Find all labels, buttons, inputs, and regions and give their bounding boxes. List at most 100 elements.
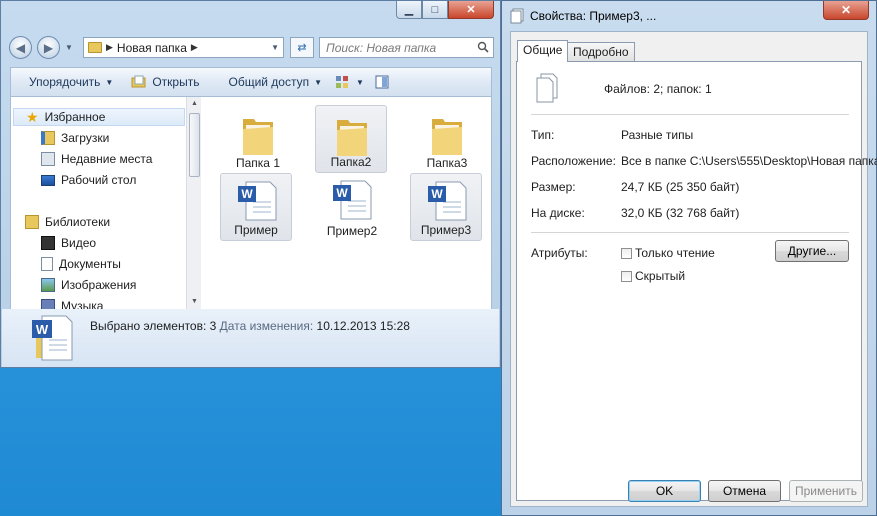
minimize-icon[interactable]: ▁ xyxy=(396,1,422,19)
document-stack-icon xyxy=(510,8,524,24)
explorer-body: ★ Избранное Загрузки Недавние места Рабо… xyxy=(10,97,492,309)
general-tab-panel: Файлов: 2; папок: 1 Тип: Разные типы Рас… xyxy=(516,61,877,501)
search-input[interactable]: Поиск: Новая папка xyxy=(319,37,494,58)
nav-item-recent[interactable]: Недавние места xyxy=(41,150,152,168)
file-item-document[interactable]: W Пример2 xyxy=(316,173,388,241)
search-icon xyxy=(477,41,489,53)
nav-item-label: Изображения xyxy=(61,278,137,292)
scroll-down-icon[interactable]: ▼ xyxy=(187,295,201,309)
scrollbar-thumb[interactable] xyxy=(189,113,200,177)
view-button[interactable]: ▼ xyxy=(331,68,373,96)
organize-menu[interactable]: Упорядочить ▼ xyxy=(11,68,122,96)
breadcrumb-chevron-icon[interactable]: ▶ xyxy=(191,42,198,53)
nav-favorites[interactable]: ★ Избранное xyxy=(13,108,185,126)
checkbox-box[interactable] xyxy=(621,247,632,259)
close-icon[interactable]: ✕ xyxy=(823,1,869,20)
history-dropdown-icon[interactable]: ▼ xyxy=(65,43,73,52)
share-label: Общий доступ xyxy=(228,75,310,89)
address-row: ◀ ▶ ▼ ▶ Новая папка ▶ ▼ ⇄ Поиск: Новая п… xyxy=(9,35,494,61)
view-icon xyxy=(336,76,349,88)
refresh-button[interactable]: ⇄ xyxy=(290,37,314,58)
svg-text:W: W xyxy=(431,187,443,201)
chevron-down-icon: ▼ xyxy=(105,77,114,87)
word-document-icon: W xyxy=(238,181,277,221)
nav-libraries-label: Библиотеки xyxy=(45,215,111,229)
nav-item-label: Музыка xyxy=(61,299,104,309)
nav-item-label: Загрузки xyxy=(61,131,110,145)
folder-icon xyxy=(337,120,367,156)
file-label: Папка3 xyxy=(426,156,468,170)
documents-icon xyxy=(41,257,53,271)
scroll-up-icon[interactable]: ▲ xyxy=(187,97,201,111)
type-value: Разные типы xyxy=(621,128,694,142)
breadcrumb-chevron-icon[interactable]: ▶ xyxy=(106,42,113,53)
file-item-document[interactable]: W Пример xyxy=(220,173,292,241)
forward-button[interactable]: ▶ xyxy=(37,36,60,59)
multiple-files-icon xyxy=(536,73,558,103)
svg-text:W: W xyxy=(241,187,253,201)
nav-item-label: Недавние места xyxy=(61,152,153,166)
nav-item-label: Рабочий стол xyxy=(61,173,137,187)
word-document-icon: W xyxy=(428,181,467,221)
size-value: 24,7 КБ (25 350 байт) xyxy=(621,180,740,194)
folder-icon xyxy=(88,42,102,53)
command-bar: Упорядочить ▼ Открыть Общий доступ ▼ ▼ xyxy=(10,67,492,97)
file-item-folder[interactable]: Папка2 xyxy=(315,105,387,173)
nav-item-music[interactable]: Музыка xyxy=(41,297,103,309)
word-document-icon: W xyxy=(32,315,73,361)
disk-size-label: На диске: xyxy=(531,206,585,220)
folder-icon xyxy=(243,119,273,155)
modified-value: 10.12.2013 15:28 xyxy=(316,319,410,333)
forward-arrow-icon: ▶ xyxy=(43,40,54,55)
address-bar[interactable]: ▶ Новая папка ▶ ▼ xyxy=(83,37,284,58)
address-dropdown-icon[interactable]: ▼ xyxy=(271,43,279,52)
breadcrumb-folder[interactable]: Новая папка xyxy=(117,41,187,55)
nav-item-video[interactable]: Видео xyxy=(41,234,96,252)
file-item-document[interactable]: W Пример3 xyxy=(410,173,482,241)
search-placeholder: Поиск: Новая папка xyxy=(326,40,437,55)
hidden-checkbox[interactable]: Скрытый xyxy=(621,269,685,283)
back-button[interactable]: ◀ xyxy=(9,36,32,59)
file-item-folder[interactable]: Папка3 xyxy=(411,105,483,173)
readonly-checkbox[interactable]: Только чтение xyxy=(621,246,715,260)
preview-pane-button[interactable] xyxy=(373,68,398,96)
apply-button[interactable]: Применить xyxy=(789,480,863,502)
svg-text:W: W xyxy=(36,322,49,337)
close-icon[interactable]: ✕ xyxy=(448,1,494,19)
pictures-icon xyxy=(41,278,55,292)
nav-libraries[interactable]: Библиотеки xyxy=(25,213,110,231)
nav-scrollbar[interactable]: ▲ ▼ xyxy=(186,97,201,309)
window-controls: ▁ □ ✕ xyxy=(396,1,494,19)
preview-pane-icon xyxy=(375,75,389,89)
file-item-folder[interactable]: Папка 1 xyxy=(222,105,294,173)
video-icon xyxy=(41,236,55,250)
maximize-icon[interactable]: □ xyxy=(422,1,448,19)
explorer-titlebar[interactable]: ▁ □ ✕ xyxy=(1,1,500,29)
share-menu[interactable]: Общий доступ ▼ xyxy=(208,68,331,96)
tab-details[interactable]: Подробно xyxy=(567,42,635,61)
hidden-label: Скрытый xyxy=(635,269,686,283)
separator xyxy=(531,114,849,115)
selected-count: Выбрано элементов: 3 xyxy=(90,319,217,333)
svg-text:W: W xyxy=(336,186,348,200)
details-text: Выбрано элементов: 3 Дата изменения: 10.… xyxy=(90,319,410,333)
ok-button[interactable]: OK xyxy=(628,480,701,502)
downloads-icon xyxy=(41,131,55,145)
checkbox-box[interactable] xyxy=(621,270,632,282)
tab-general[interactable]: Общие xyxy=(517,40,569,62)
nav-favorites-label: Избранное xyxy=(44,110,106,124)
cancel-button[interactable]: Отмена xyxy=(708,480,781,502)
desktop-icon xyxy=(41,174,55,186)
file-list: Папка 1 Папка2 Папка3 W Пример W Пример2… xyxy=(202,97,492,309)
nav-item-documents[interactable]: Документы xyxy=(41,255,121,273)
open-button[interactable]: Открыть xyxy=(122,68,208,96)
nav-item-label: Документы xyxy=(59,257,121,271)
nav-item-pictures[interactable]: Изображения xyxy=(41,276,136,294)
nav-item-downloads[interactable]: Загрузки xyxy=(41,129,109,147)
file-label: Пример2 xyxy=(326,224,378,238)
disk-size-value: 32,0 КБ (32 768 байт) xyxy=(621,206,740,220)
advanced-attributes-button[interactable]: Другие... xyxy=(775,240,849,262)
open-icon xyxy=(131,75,146,88)
nav-item-desktop[interactable]: Рабочий стол xyxy=(41,171,136,189)
attributes-label: Атрибуты: xyxy=(531,246,588,260)
